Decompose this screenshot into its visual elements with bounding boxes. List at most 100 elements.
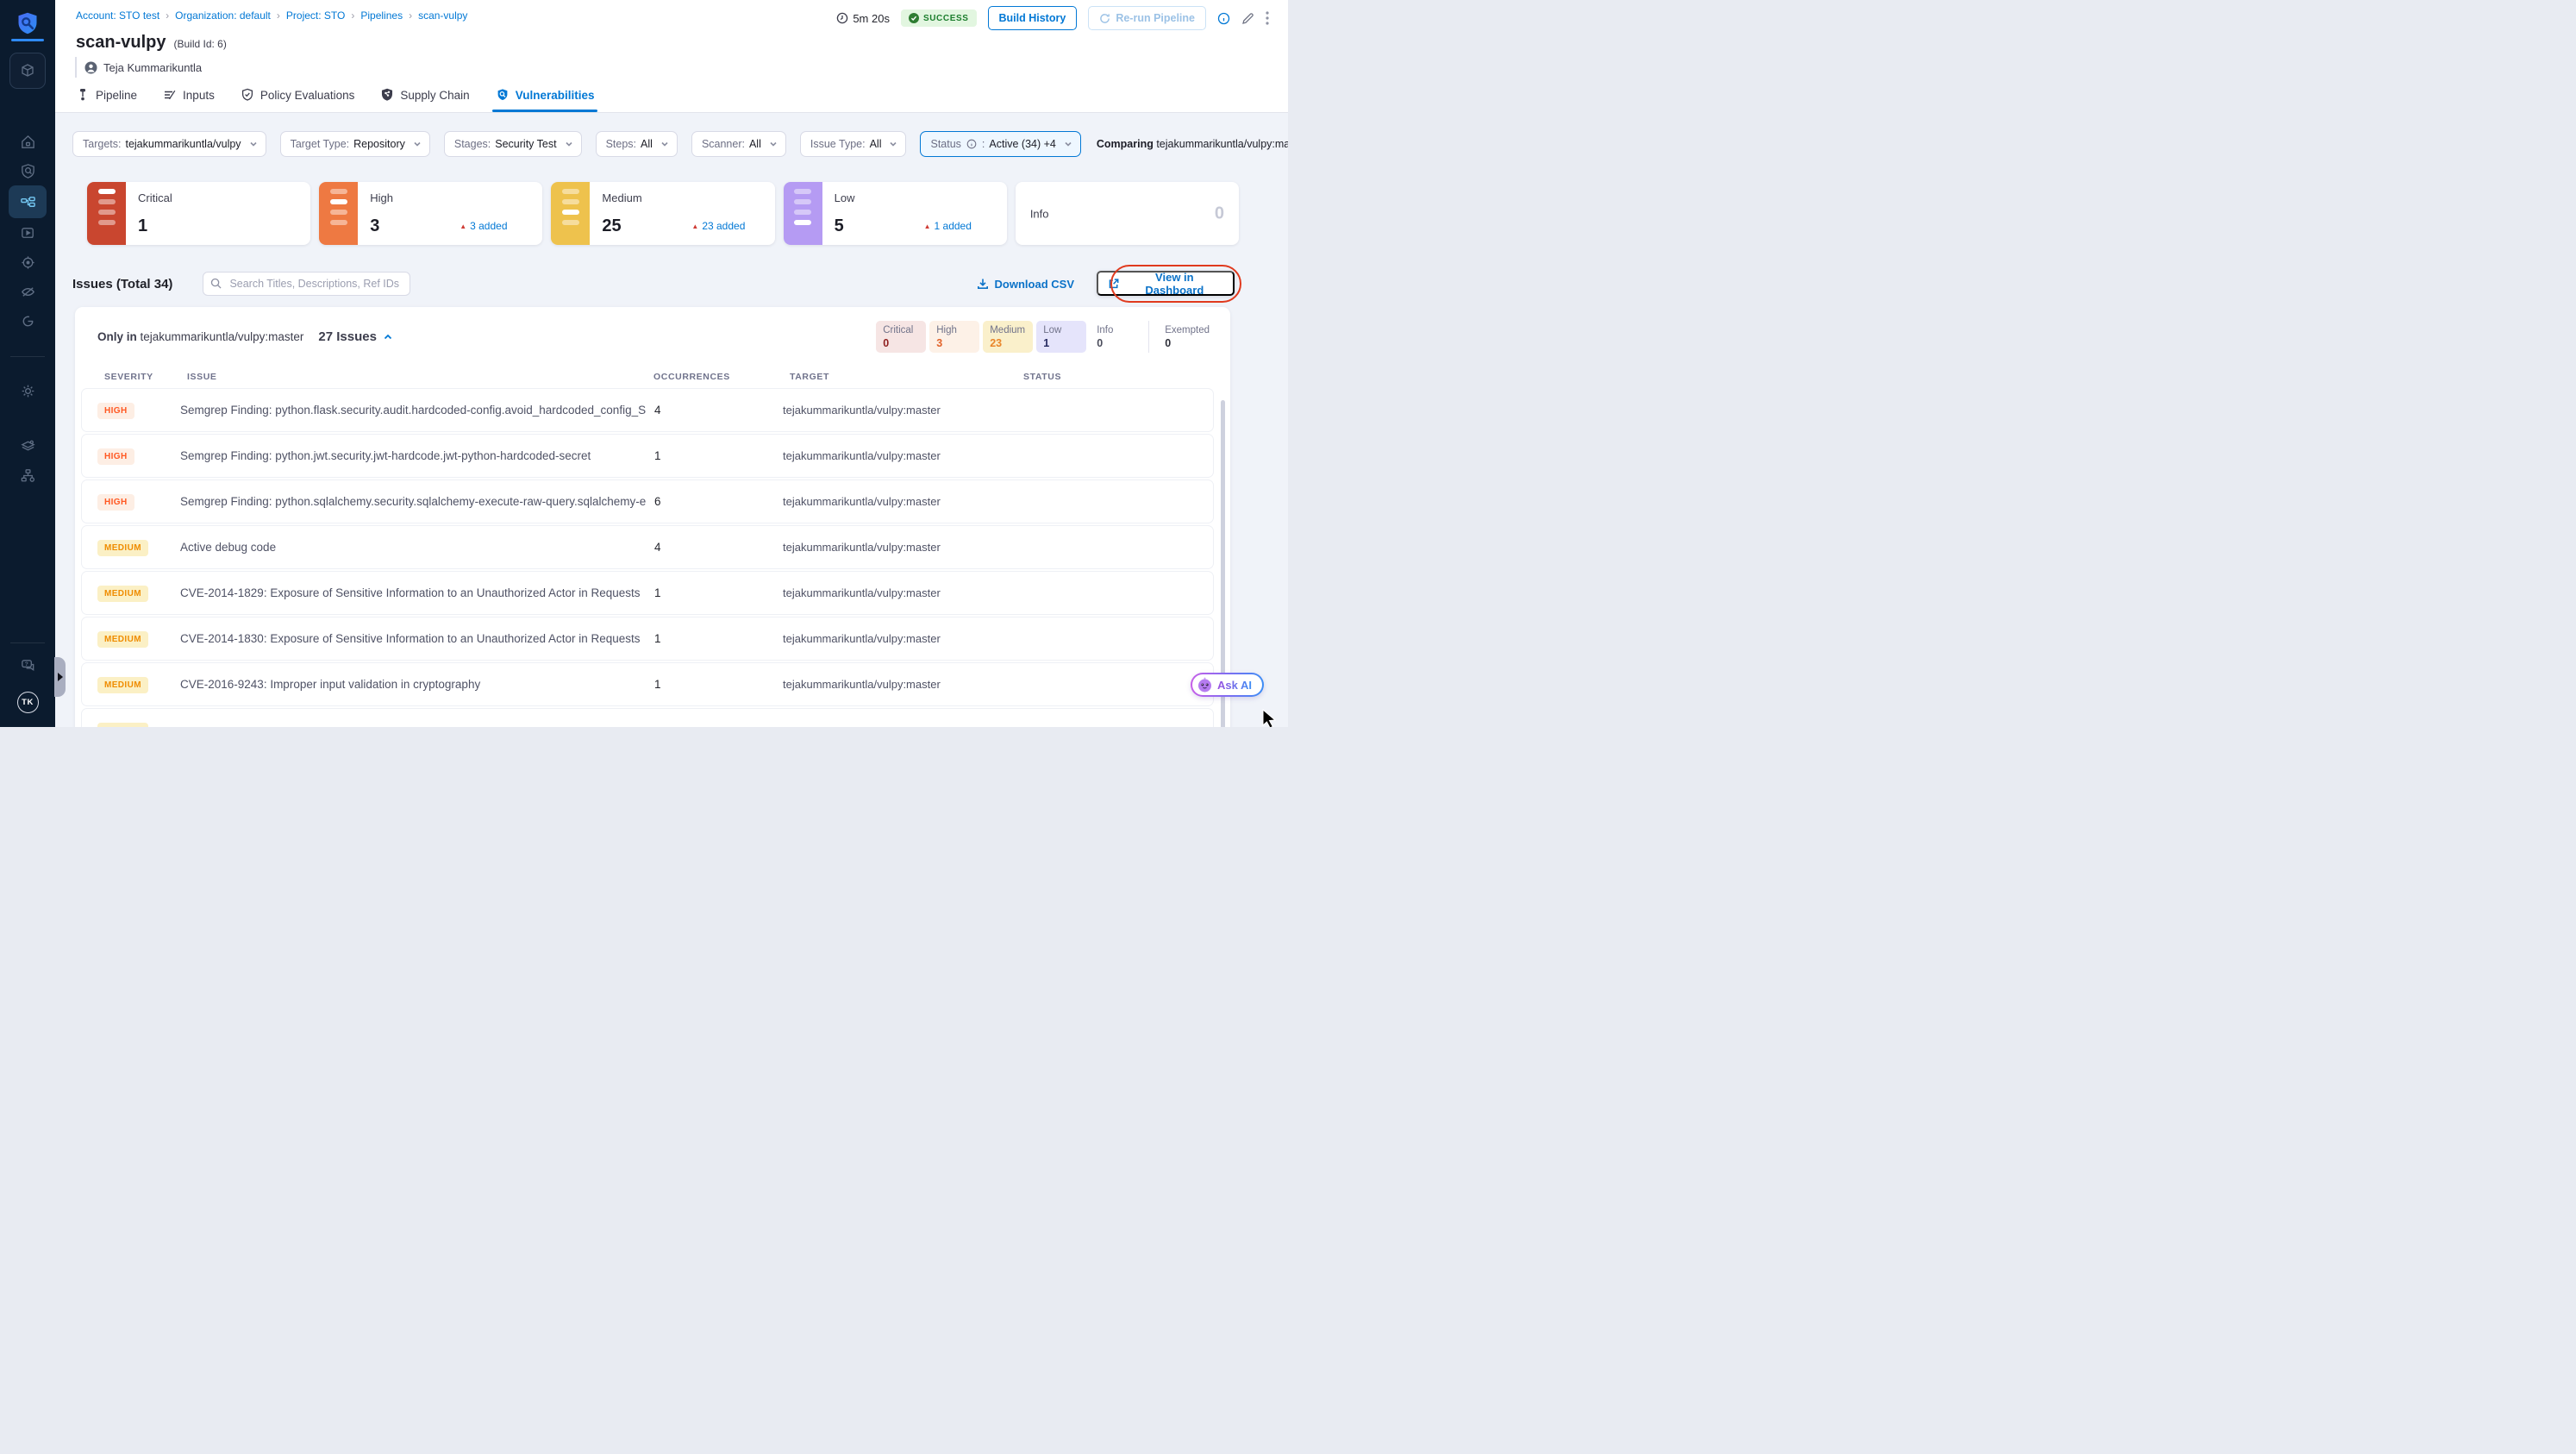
severity-pill-critical[interactable]: Critical 0 bbox=[876, 321, 927, 353]
severity-card-medium[interactable]: Medium 25 ▲ 23 added bbox=[551, 182, 775, 245]
sidebar-item-default-settings[interactable] bbox=[9, 431, 47, 461]
severity-card-body: High 3 ▲ 3 added bbox=[358, 182, 542, 245]
sidebar-item-targets[interactable] bbox=[9, 248, 47, 277]
occurrences-cell: 1 bbox=[654, 678, 661, 691]
severity-card-strip bbox=[551, 182, 591, 245]
tab-supply-chain[interactable]: Supply Chain bbox=[380, 78, 470, 112]
pill-label: High bbox=[936, 325, 957, 335]
occurrences-cell: 1 bbox=[654, 632, 661, 645]
breadcrumb-item[interactable]: scan-vulpy bbox=[418, 9, 467, 22]
severity-pill-exempted[interactable]: Exempted 0 bbox=[1158, 321, 1216, 353]
sidebar-item-executions[interactable] bbox=[9, 218, 47, 248]
more-options-button[interactable] bbox=[1266, 11, 1269, 25]
severity-card-low[interactable]: Low 5 ▲ 1 added bbox=[783, 182, 1007, 245]
occurrences-cell: 4 bbox=[654, 541, 661, 554]
collapse-group-button[interactable] bbox=[383, 332, 393, 342]
severity-cell: MEDIUM bbox=[97, 539, 180, 556]
severity-pill-low[interactable]: Low 1 bbox=[1036, 321, 1087, 353]
tab-inputs[interactable]: Inputs bbox=[163, 78, 215, 112]
severity-pill-high[interactable]: High 3 bbox=[929, 321, 980, 353]
pipeline-info-button[interactable] bbox=[1217, 12, 1230, 25]
filter-chip-issue-type[interactable]: Issue Type: All bbox=[799, 131, 907, 157]
strip-bar bbox=[561, 210, 579, 215]
breadcrumb-item[interactable]: Pipelines bbox=[360, 9, 403, 22]
sidebar-item-help[interactable]: ? bbox=[9, 650, 47, 680]
ask-ai-button[interactable]: Ask AI bbox=[1191, 673, 1264, 697]
download-csv-button[interactable]: Download CSV bbox=[977, 278, 1074, 291]
module-active-indicator bbox=[11, 39, 44, 41]
app-window: ? TK Account: STO test › Organization: def… bbox=[0, 0, 1288, 727]
issue-table-row[interactable]: HIGH Semgrep Finding: python.flask.securi… bbox=[82, 389, 1213, 431]
severity-card-high[interactable]: High 3 ▲ 3 added bbox=[319, 182, 543, 245]
filter-value: All bbox=[641, 138, 653, 150]
issue-table-row[interactable]: MEDIUM Active debug code 4 tejakummarikuntl… bbox=[82, 526, 1213, 568]
ai-robot-icon bbox=[1198, 677, 1211, 692]
edit-pipeline-button[interactable] bbox=[1241, 12, 1254, 25]
strip-bar bbox=[97, 210, 116, 215]
cube-icon bbox=[22, 64, 34, 77]
build-history-button[interactable]: Build History bbox=[987, 6, 1078, 30]
user-avatar[interactable]: TK bbox=[16, 692, 39, 713]
tab-pipeline[interactable]: Pipeline bbox=[76, 78, 137, 112]
issue-table-row[interactable]: HIGH Semgrep Finding: python.sqlalchemy.s… bbox=[82, 480, 1213, 523]
sidebar-item-project-settings[interactable] bbox=[9, 376, 47, 405]
home-icon bbox=[21, 135, 34, 148]
tab-label: Policy Evaluations bbox=[259, 88, 355, 102]
sidebar-collapse-handle[interactable] bbox=[54, 657, 66, 697]
strip-bar bbox=[97, 199, 116, 204]
issue-title-cell: Semgrep Finding: python.flask.security.a… bbox=[180, 404, 646, 417]
pill-label: Medium bbox=[990, 325, 1026, 335]
tab-bar: Pipeline Inputs Policy Evaluations Supply C… bbox=[76, 78, 598, 112]
pill-divider bbox=[1148, 321, 1150, 353]
sidebar-item-pipelines[interactable] bbox=[9, 185, 47, 218]
triangle-up-icon: ▲ bbox=[460, 222, 467, 230]
pill-label: Critical bbox=[883, 325, 914, 335]
pill-label: Exempted bbox=[1165, 325, 1210, 335]
breadcrumb-item[interactable]: Organization: default bbox=[175, 9, 271, 22]
issue-title-cell: Semgrep Finding: python.sqlalchemy.secur… bbox=[180, 495, 646, 508]
severity-badge: MEDIUM bbox=[97, 722, 148, 727]
sidebar-item-home[interactable] bbox=[9, 127, 47, 156]
module-selector-button[interactable] bbox=[9, 53, 46, 89]
filter-chip-stages[interactable]: Stages: Security Test bbox=[443, 131, 582, 157]
sidebar-item-overview[interactable] bbox=[9, 156, 47, 185]
clock-icon bbox=[837, 12, 848, 24]
check-circle-icon bbox=[908, 13, 919, 23]
issue-table-row[interactable]: MEDIUM CVE-2014-1829: Exposure of Sensiti… bbox=[82, 572, 1213, 614]
sto-module-logo-icon[interactable] bbox=[16, 11, 40, 35]
breadcrumb-item[interactable]: Account: STO test bbox=[76, 9, 159, 22]
filter-chip-targets[interactable]: Targets: tejakummarikuntla/vulpy bbox=[72, 131, 266, 157]
filter-chip-target-type[interactable]: Target Type: Repository bbox=[279, 131, 430, 157]
strip-bar bbox=[561, 199, 579, 204]
filter-chip-scanner[interactable]: Scanner: All bbox=[691, 131, 786, 157]
tab-policy-evaluations[interactable]: Policy Evaluations bbox=[241, 78, 355, 112]
breadcrumb-separator: › bbox=[409, 9, 413, 22]
tab-vulnerabilities[interactable]: Vulnerabilities bbox=[491, 78, 598, 112]
issue-table-row[interactable]: MEDIUM CVE-2016-9243: Improper input vali… bbox=[82, 663, 1213, 705]
page-header: Account: STO test › Organization: default ›… bbox=[55, 0, 1288, 113]
issue-table-row[interactable]: MEDIUM CVE-2014-1830: Exposure of Sensiti… bbox=[82, 617, 1213, 660]
rerun-pipeline-button[interactable]: Re-run Pipeline bbox=[1088, 6, 1206, 30]
search-input[interactable] bbox=[203, 272, 411, 296]
issue-table-row[interactable]: HIGH Semgrep Finding: python.jwt.security… bbox=[82, 435, 1213, 477]
filter-chip-status[interactable]: Status: Active (34) +4 bbox=[920, 131, 1081, 157]
target-cell: tejakummarikuntla/vulpy:master bbox=[783, 495, 941, 508]
occurrences-cell: 1 bbox=[654, 586, 661, 599]
view-in-dashboard-button[interactable]: View in Dashboard bbox=[1097, 271, 1235, 297]
target-icon bbox=[21, 255, 34, 269]
filter-label: Scanner: bbox=[701, 138, 745, 150]
severity-badge: MEDIUM bbox=[97, 630, 148, 648]
comparison-text: Comparing tejakummarikuntla/vulpy:master… bbox=[1096, 138, 1288, 150]
severity-pill-info[interactable]: Info 0 bbox=[1090, 321, 1140, 353]
breadcrumb-item[interactable]: Project: STO bbox=[286, 9, 345, 22]
issues-table: HIGH Semgrep Finding: python.flask.securi… bbox=[82, 389, 1213, 727]
sidebar-item-getting-started[interactable] bbox=[9, 306, 47, 335]
sidebar-item-exemptions[interactable] bbox=[9, 277, 47, 306]
sidebar-item-org-structure[interactable] bbox=[9, 461, 47, 490]
breadcrumb-separator: › bbox=[351, 9, 355, 22]
severity-pill-medium[interactable]: Medium 23 bbox=[983, 321, 1034, 353]
issue-table-row[interactable]: MEDIUM bbox=[82, 709, 1213, 727]
severity-card-info[interactable]: Info 0 bbox=[1015, 182, 1240, 245]
severity-card-critical[interactable]: Critical 1 bbox=[87, 182, 311, 245]
filter-chip-steps[interactable]: Steps: All bbox=[595, 131, 678, 157]
